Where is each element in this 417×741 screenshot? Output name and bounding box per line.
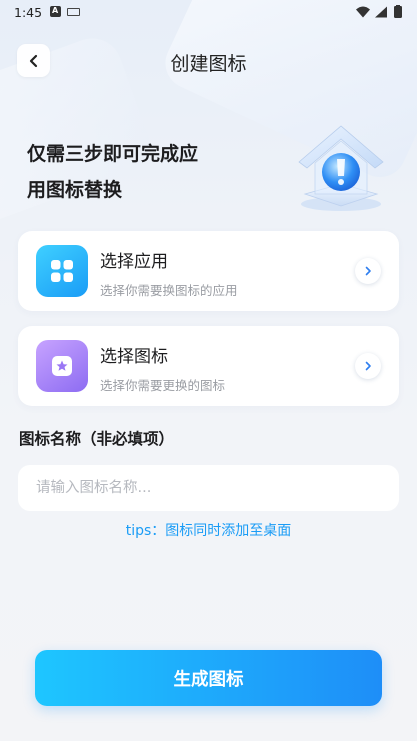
notification-a-icon: [50, 6, 61, 17]
hero-text-line-2: 用图标替换: [27, 179, 123, 201]
signal-icon: [375, 6, 387, 18]
select-icon-card[interactable]: 选择图标 选择你需要更换的图标: [18, 326, 399, 406]
status-time: 1:45: [14, 5, 43, 20]
chevron-right-icon[interactable]: [355, 258, 381, 284]
chevron-right-icon[interactable]: [355, 353, 381, 379]
wifi-icon: [356, 6, 370, 18]
icon-name-input[interactable]: [18, 465, 399, 511]
star-icon: [36, 340, 88, 392]
status-bar: 1:45: [0, 0, 417, 24]
page-title: 创建图标: [170, 53, 247, 75]
select-app-card[interactable]: 选择应用 选择你需要换图标的应用: [18, 231, 399, 311]
battery-icon: [394, 5, 402, 18]
card-subtitle: 选择你需要更换的图标: [100, 378, 226, 393]
keyboard-icon: [67, 8, 80, 16]
hero-text-line-1: 仅需三步即可完成应: [27, 143, 199, 165]
icon-name-label: 图标名称（非必填项）: [19, 430, 175, 448]
generate-icon-button[interactable]: 生成图标: [35, 650, 382, 706]
card-subtitle: 选择你需要换图标的应用: [100, 283, 238, 298]
apps-grid-icon: [36, 245, 88, 297]
status-indicators: [355, 5, 405, 19]
house-illustration-icon: [291, 118, 389, 216]
tips-text: tips：图标同时添加至桌面: [125, 523, 292, 539]
card-title: 选择图标: [100, 347, 168, 367]
card-title: 选择应用: [100, 252, 168, 272]
